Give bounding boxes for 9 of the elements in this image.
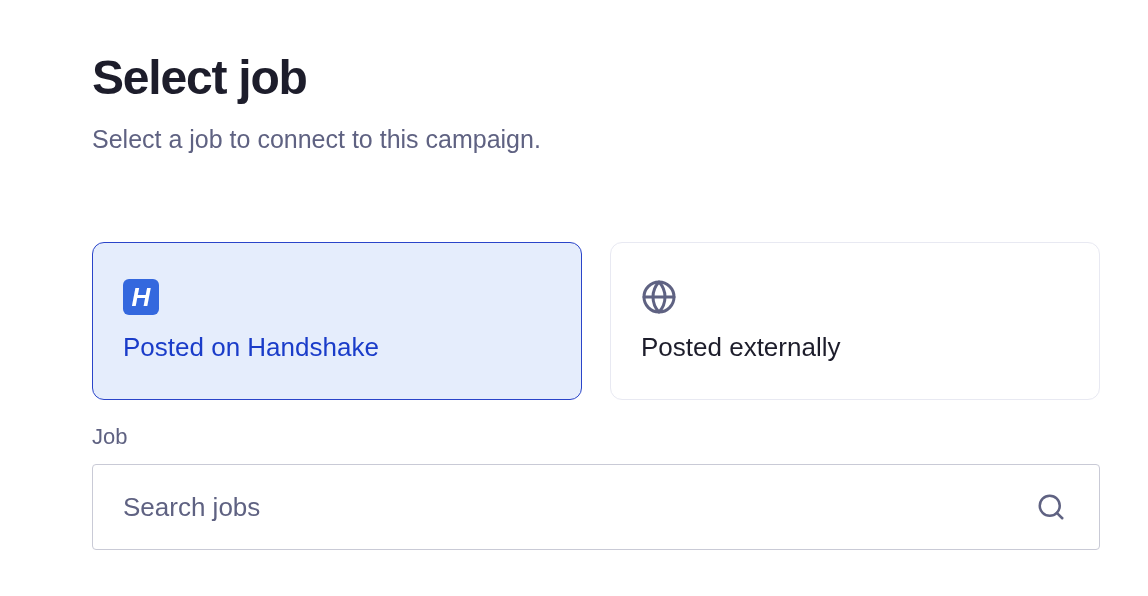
option-card[interactable]: H Posted on Handshake: [92, 242, 582, 400]
option-card[interactable]: Posted externally: [610, 242, 1100, 400]
page-title: Select job: [92, 50, 307, 106]
globe-icon: [641, 279, 677, 315]
search-icon[interactable]: [1036, 492, 1066, 522]
page-subtitle: Select a job to connect to this campaign.: [92, 124, 541, 155]
search-field[interactable]: Search jobs: [92, 464, 1100, 550]
field-label: Job: [92, 423, 128, 451]
logo-icon: H: [123, 279, 159, 315]
